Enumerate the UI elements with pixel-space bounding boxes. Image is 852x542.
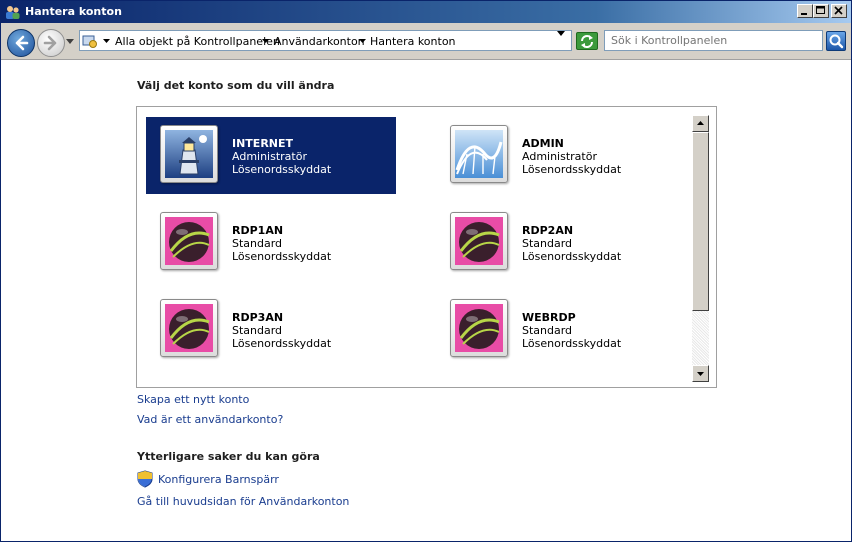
scroll-thumb[interactable] [692,132,709,311]
choose-account-heading: Välj det konto som du vill ändra [137,79,335,92]
window: Hantera konton Alla objekt på Kontrollpa… [0,0,852,542]
account-picture [160,125,218,183]
account-type: Administratör [232,150,307,163]
more-options-heading: Ytterligare saker du kan göra [137,450,320,463]
ball-icon [455,217,503,265]
account-picture [450,299,508,357]
account-password-status: Lösenordsskyddat [522,337,622,350]
account-type: Standard [522,324,573,337]
account-tile-internet[interactable]: INTERNET Administratör Lösenordsskyddat [146,117,396,194]
account-password-status: Lösenordsskyddat [232,337,332,350]
account-picture [450,212,508,270]
what-is-account-link[interactable]: Vad är ett användarkonto? [137,413,283,426]
parental-controls-link[interactable]: Konfigurera Barnspärr [158,473,279,486]
refresh-icon [581,35,593,48]
account-password-status: Lösenordsskyddat [522,163,622,176]
account-tile-rdp3an[interactable]: RDP3AN Standard Lösenordsskyddat [146,291,396,368]
content-area: Välj det konto som du vill ändra INTERNE [1,60,851,541]
account-name: WEBRDP [522,311,576,324]
maximize-icon [816,6,825,14]
arrow-up-icon [697,121,704,125]
ball-icon [455,304,503,352]
account-type: Standard [522,237,573,250]
account-name: ADMIN [522,137,564,150]
close-button[interactable] [831,4,847,18]
account-password-status: Lösenordsskyddat [232,163,332,176]
back-button[interactable] [7,29,35,57]
scroll-up-button[interactable] [692,115,709,132]
user-accounts-icon [6,6,20,19]
account-name: RDP2AN [522,224,574,237]
account-password-status: Lösenordsskyddat [522,250,622,263]
search-icon [829,34,844,49]
account-picture [450,125,508,183]
window-title: Hantera konton [25,5,122,18]
refresh-button[interactable] [576,32,598,50]
minimize-button[interactable] [797,4,813,18]
address-box[interactable]: Alla objekt på Kontrollpanelen Användark… [79,30,572,51]
arrow-right-icon [43,35,57,51]
chevron-down-icon[interactable] [359,39,366,44]
accounts-list[interactable]: INTERNET Administratör Lösenordsskyddat … [136,106,717,388]
address-dropdown-icon[interactable] [557,31,565,37]
ball-icon [165,217,213,265]
close-icon [834,6,843,15]
account-tile-admin[interactable]: ADMIN Administratör Lösenordsskyddat [436,117,686,194]
create-account-link[interactable]: Skapa ett nytt konto [137,393,249,406]
forward-button[interactable] [37,29,65,57]
search-button[interactable] [826,31,846,51]
account-type: Standard [232,237,283,250]
navigation-bar: Alla objekt på Kontrollpanelen Användark… [1,23,851,60]
control-panel-icon [82,35,97,48]
rollercoaster-icon [455,130,503,178]
arrow-down-icon [697,372,704,376]
account-type: Administratör [522,150,597,163]
scroll-down-button[interactable] [692,365,709,382]
lighthouse-icon [165,130,213,178]
chevron-down-icon[interactable] [262,39,269,44]
title-bar[interactable]: Hantera konton [1,1,851,23]
account-name: RDP3AN [232,311,284,324]
account-password-status: Lösenordsskyddat [232,250,332,263]
account-name: INTERNET [232,137,294,150]
history-dropdown-icon[interactable] [66,39,74,45]
breadcrumb-all-items[interactable]: Alla objekt på Kontrollpanelen [115,35,280,48]
user-accounts-home-link[interactable]: Gå till huvudsidan för Användarkonton [137,495,349,508]
account-tile-rdp1an[interactable]: RDP1AN Standard Lösenordsskyddat [146,204,396,281]
breadcrumb-user-accounts[interactable]: Användarkonton [274,35,365,48]
account-tile-webrdp[interactable]: WEBRDP Standard Lösenordsskyddat [436,291,686,368]
breadcrumb-manage-accounts[interactable]: Hantera konton [370,35,456,48]
ball-icon [165,304,213,352]
search-input[interactable] [605,31,817,50]
chevron-down-icon[interactable] [103,39,110,44]
account-tile-rdp2an[interactable]: RDP2AN Standard Lösenordsskyddat [436,204,686,281]
minimize-icon [801,13,807,15]
maximize-button[interactable] [813,4,829,18]
account-type: Standard [232,324,283,337]
arrow-left-icon [15,35,29,51]
account-name: RDP1AN [232,224,284,237]
uac-shield-icon [137,470,153,488]
account-picture [160,299,218,357]
vertical-scrollbar[interactable] [692,115,709,382]
account-picture [160,212,218,270]
search-box[interactable] [604,30,823,51]
